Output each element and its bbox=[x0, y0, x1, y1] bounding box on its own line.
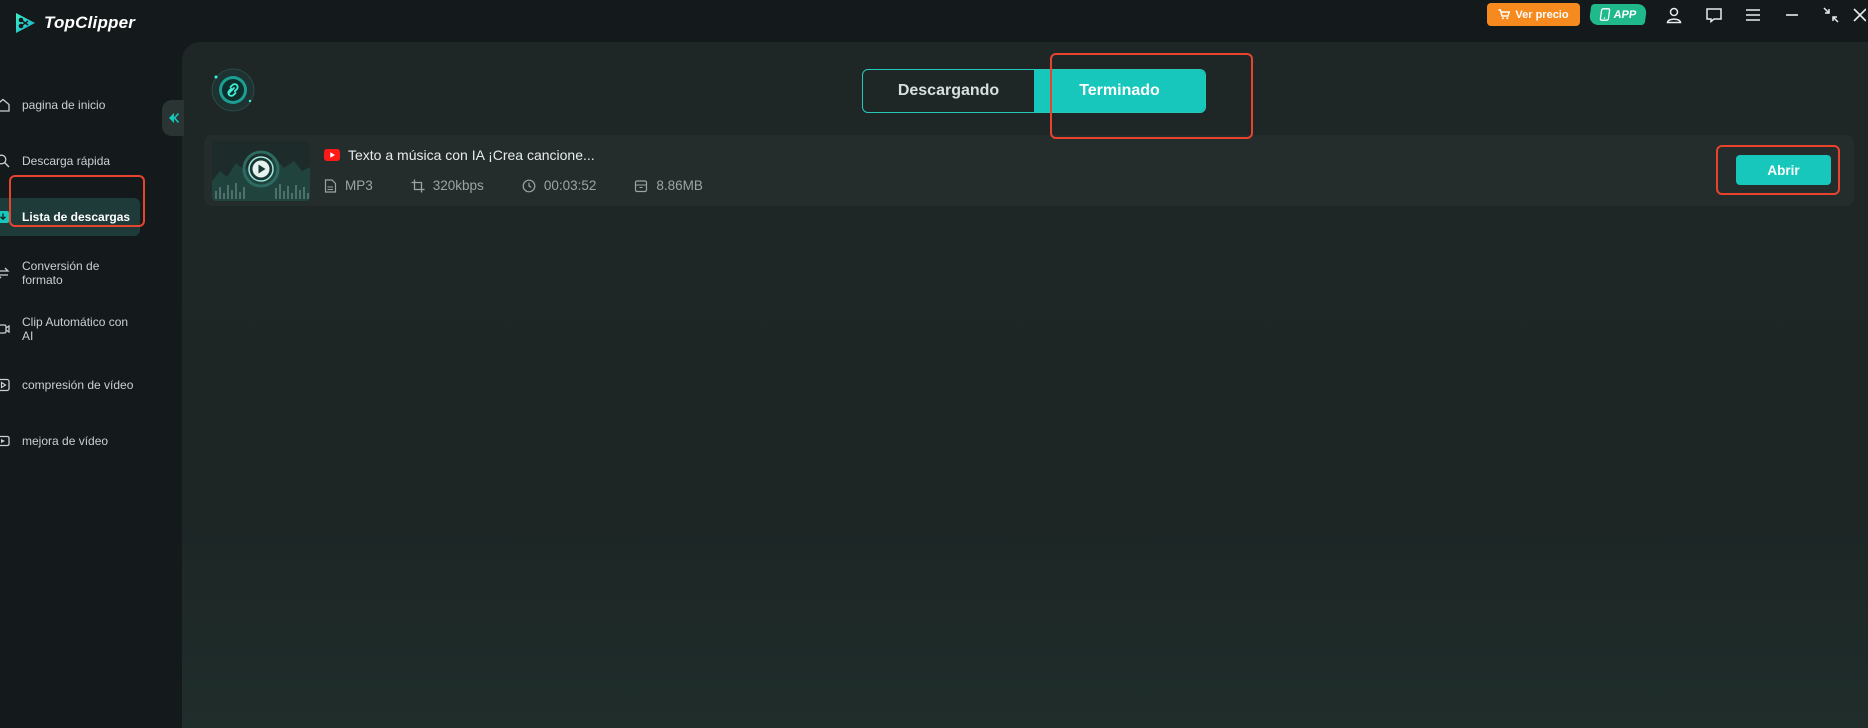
view-price-label: Ver precio bbox=[1515, 8, 1569, 21]
ai-clip-icon bbox=[0, 322, 10, 336]
tab-finished[interactable]: Terminado bbox=[1034, 70, 1205, 112]
sidebar-item-label: mejora de vídeo bbox=[22, 434, 109, 448]
view-price-button[interactable]: Ver precio bbox=[1487, 3, 1580, 26]
title-bar: TopClipper Ver precio APP bbox=[0, 0, 1868, 40]
app-label: APP bbox=[1612, 8, 1638, 21]
sidebar-item-label: compresión de vídeo bbox=[22, 378, 134, 392]
minimize-icon[interactable] bbox=[1781, 4, 1803, 26]
open-button[interactable]: Abrir bbox=[1736, 155, 1831, 185]
collapse-sidebar-button[interactable] bbox=[162, 100, 184, 136]
sidebar-item-label: Clip Automático con AI bbox=[22, 315, 129, 343]
sidebar-item-format-conversion[interactable]: Conversión de formato bbox=[0, 254, 140, 292]
youtube-icon bbox=[324, 149, 340, 161]
download-row: Texto a música con IA ¡Crea cancione... … bbox=[204, 135, 1854, 206]
size-info: 8.86MB bbox=[634, 178, 703, 193]
duration-info: 00:03:52 bbox=[522, 178, 597, 193]
sidebar-item-quick-download[interactable]: Descarga rápida bbox=[0, 142, 140, 180]
format-value: MP3 bbox=[345, 178, 373, 193]
sidebar-item-ai-clip[interactable]: Clip Automático con AI bbox=[0, 310, 140, 348]
phone-icon bbox=[1599, 8, 1610, 21]
user-icon[interactable] bbox=[1663, 4, 1685, 26]
link-icon bbox=[211, 68, 255, 112]
bitrate-value: 320kbps bbox=[432, 178, 484, 193]
app-name: TopClipper bbox=[44, 13, 136, 32]
download-title: Texto a música con IA ¡Crea cancione... bbox=[348, 147, 595, 163]
crop-icon bbox=[411, 179, 425, 192]
convert-icon bbox=[0, 266, 10, 280]
sidebar-item-label: Descarga rápida bbox=[22, 154, 111, 168]
download-title-line: Texto a música con IA ¡Crea cancione... bbox=[324, 147, 595, 163]
bitrate-info: 320kbps bbox=[411, 178, 484, 193]
double-chevron-left-icon bbox=[169, 112, 180, 124]
sidebar-item-home[interactable]: pagina de inicio bbox=[0, 86, 140, 124]
sidebar-item-video-compression[interactable]: compresión de vídeo bbox=[0, 366, 140, 404]
download-list-icon bbox=[0, 210, 10, 224]
duration-value: 00:03:52 bbox=[543, 178, 597, 193]
size-value: 8.86MB bbox=[656, 178, 703, 193]
sidebar-item-label: Conversión de formato bbox=[22, 259, 100, 287]
download-status-tabs: Descargando Terminado bbox=[862, 69, 1206, 113]
sidebar-item-video-enhancement[interactable]: mejora de vídeo bbox=[0, 422, 140, 460]
sidebar-item-label: Lista de descargas bbox=[22, 210, 131, 224]
chat-icon[interactable] bbox=[1703, 4, 1725, 26]
menu-icon[interactable] bbox=[1742, 4, 1764, 26]
enhance-icon bbox=[0, 434, 10, 448]
app-logo: TopClipper bbox=[12, 10, 135, 36]
audio-thumbnail bbox=[212, 141, 310, 201]
clock-icon bbox=[522, 179, 536, 192]
sidebar: pagina de inicio Descarga rápida Lista d… bbox=[0, 40, 182, 728]
close-icon[interactable] bbox=[1852, 4, 1868, 26]
format-info: MP3 bbox=[324, 178, 373, 193]
compress-icon bbox=[0, 378, 10, 392]
search-icon bbox=[0, 154, 10, 168]
storage-icon bbox=[635, 179, 648, 192]
logo-icon bbox=[16, 13, 35, 33]
restore-icon[interactable] bbox=[1820, 4, 1842, 26]
download-meta: MP3 320kbps 00:03:52 8.86MB bbox=[324, 178, 741, 193]
app-button[interactable]: APP bbox=[1588, 4, 1648, 25]
tab-downloading[interactable]: Descargando bbox=[863, 70, 1034, 112]
file-icon bbox=[324, 178, 337, 193]
cart-icon bbox=[1498, 9, 1511, 20]
home-icon bbox=[0, 98, 10, 112]
sidebar-item-download-list[interactable]: Lista de descargas bbox=[0, 198, 140, 236]
sidebar-item-label: pagina de inicio bbox=[22, 98, 106, 112]
